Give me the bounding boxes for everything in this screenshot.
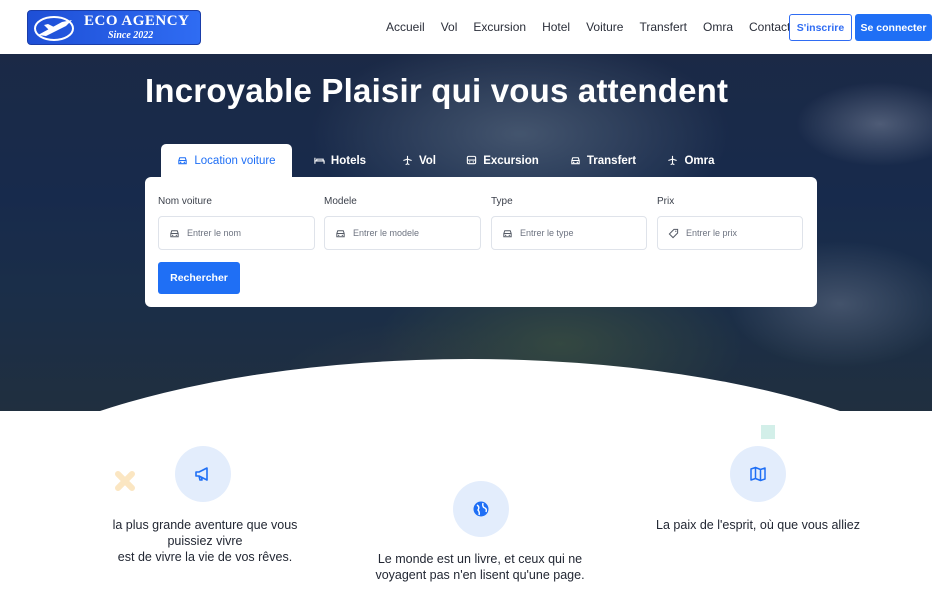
field-label-prix: Prix <box>657 196 675 207</box>
plane-icon <box>668 155 678 166</box>
bed-icon <box>314 157 325 164</box>
model-field[interactable] <box>324 216 481 250</box>
feature-icon-circle <box>730 446 786 502</box>
decorative-square <box>761 425 775 439</box>
tab-location-voiture[interactable]: Location voiture <box>161 144 292 177</box>
tab-vol[interactable]: Vol <box>388 144 450 177</box>
plane-icon <box>403 155 412 166</box>
globe-icon <box>473 501 489 517</box>
nav-link-omra[interactable]: Omra <box>703 20 733 34</box>
feature-text: La paix de l'esprit, où que vous alliez <box>656 518 860 532</box>
car-icon <box>170 229 179 237</box>
search-tabs: Location voiture Hotels Vol Excursion Tr… <box>161 144 731 177</box>
megaphone-icon <box>195 467 208 481</box>
tag-icon <box>668 228 679 238</box>
car-icon <box>336 229 345 237</box>
feature-icon-circle <box>453 481 509 537</box>
field-label-modele: Modele <box>324 196 357 207</box>
logo[interactable]: ECO AGENCY Since 2022 <box>27 10 201 45</box>
signup-button[interactable]: S'inscrire <box>789 14 852 41</box>
price-input[interactable] <box>686 228 786 238</box>
field-label-nom: Nom voiture <box>158 196 212 207</box>
nav-link-hotel[interactable]: Hotel <box>542 20 570 34</box>
name-input[interactable] <box>187 228 287 238</box>
brand-name: ECO AGENCY <box>84 13 190 29</box>
map-icon <box>750 466 766 482</box>
tab-hotels[interactable]: Hotels <box>292 144 388 177</box>
nav-link-transfert[interactable]: Transfert <box>639 20 687 34</box>
feature-icon-circle <box>175 446 231 502</box>
nav-link-contact[interactable]: Contact <box>749 20 790 34</box>
type-input[interactable] <box>520 228 620 238</box>
hero-title: Incroyable Plaisir qui vous attendent <box>145 72 729 109</box>
nav-link-vol[interactable]: Vol <box>441 20 458 34</box>
logo-plane-icon <box>34 16 74 41</box>
tab-label: Vol <box>418 154 437 167</box>
tab-label: Excursion <box>483 154 539 167</box>
nav-link-voiture[interactable]: Voiture <box>586 20 623 34</box>
brand-tagline: Since 2022 <box>108 30 154 41</box>
feature-text: Le monde est un livre, et ceux qui ne vo… <box>375 552 585 582</box>
price-field[interactable] <box>657 216 803 250</box>
tab-omra[interactable]: Omra <box>651 144 731 177</box>
model-input[interactable] <box>353 228 453 238</box>
tab-label: Omra <box>684 154 715 167</box>
bus-icon <box>467 155 477 165</box>
nav-links: Accueil Vol Excursion Hotel Voiture Tran… <box>386 20 790 34</box>
tab-label: Hotels <box>330 154 367 167</box>
nav-link-excursion[interactable]: Excursion <box>473 20 526 34</box>
search-form: Nom voiture Modele Type Prix Rechercher <box>145 177 817 307</box>
name-field[interactable] <box>158 216 315 250</box>
tab-transfert[interactable]: Transfert <box>555 144 651 177</box>
search-button[interactable]: Rechercher <box>158 262 240 294</box>
car-icon <box>571 157 580 165</box>
car-icon <box>503 229 512 237</box>
login-button[interactable]: Se connecter <box>855 14 932 41</box>
hero-section: Incroyable Plaisir qui vous attendent Lo… <box>0 54 932 411</box>
tab-label: Transfert <box>586 154 637 167</box>
decorative-x-shape <box>115 471 135 491</box>
tab-excursion[interactable]: Excursion <box>450 144 555 177</box>
feature-text: la plus grande aventure que vous puissie… <box>112 518 298 564</box>
navbar: ECO AGENCY Since 2022 Accueil Vol Excurs… <box>0 0 932 54</box>
field-label-type: Type <box>491 196 513 207</box>
car-icon <box>178 157 188 165</box>
type-field[interactable] <box>491 216 647 250</box>
tab-label: Location voiture <box>194 154 276 167</box>
nav-link-accueil[interactable]: Accueil <box>386 20 425 34</box>
